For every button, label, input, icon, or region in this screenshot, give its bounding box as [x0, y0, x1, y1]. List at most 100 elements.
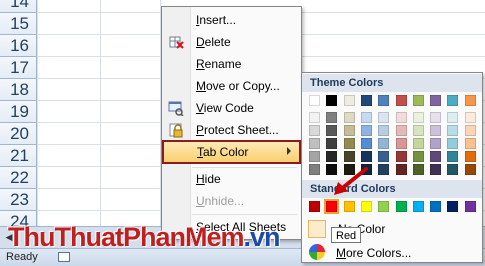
theme-shade-swatch[interactable]: [360, 125, 372, 136]
watermark-logo: ThuThuatPhanMem.vn: [8, 222, 281, 252]
theme-shade-swatch[interactable]: [309, 125, 320, 136]
theme-shade-swatch[interactable]: [378, 164, 390, 175]
row-header[interactable]: 14: [0, 0, 37, 13]
theme-shade-swatch[interactable]: [447, 164, 459, 175]
more-colors-option[interactable]: More Colors...: [306, 243, 480, 263]
standard-color-swatch[interactable]: [464, 201, 476, 212]
menu-item-label: Hide: [196, 172, 221, 186]
theme-shade-swatch[interactable]: [326, 151, 338, 162]
submenu-arrow-icon: [287, 147, 291, 155]
menu-item-protect-sheet[interactable]: Protect Sheet...: [164, 120, 299, 141]
theme-color-swatch[interactable]: [464, 95, 476, 106]
theme-shade-swatch[interactable]: [309, 164, 320, 175]
theme-shade-swatch[interactable]: [430, 112, 442, 123]
row-header[interactable]: 16: [0, 35, 37, 57]
theme-shade-swatch[interactable]: [430, 125, 442, 136]
theme-shade-swatch[interactable]: [360, 112, 372, 123]
theme-shade-swatch[interactable]: [309, 151, 320, 162]
row-header[interactable]: 22: [0, 167, 37, 189]
menu-item-delete[interactable]: Delete: [164, 32, 299, 53]
theme-shade-swatch[interactable]: [464, 138, 476, 149]
row-header[interactable]: 17: [0, 57, 37, 79]
theme-color-swatch[interactable]: [447, 95, 459, 106]
theme-shade-swatch[interactable]: [464, 125, 476, 136]
theme-shade-swatch[interactable]: [447, 112, 459, 123]
macro-record-icon[interactable]: [58, 252, 70, 262]
menu-item-label: View Code: [196, 101, 254, 115]
theme-shade-swatch[interactable]: [412, 138, 424, 149]
theme-color-swatch[interactable]: [343, 95, 355, 106]
theme-color-swatch[interactable]: [378, 95, 390, 106]
theme-shade-swatch[interactable]: [395, 112, 407, 123]
theme-shade-swatch[interactable]: [378, 125, 390, 136]
menu-item-tab-color[interactable]: Tab Color: [162, 140, 301, 164]
theme-shade-swatch[interactable]: [395, 151, 407, 162]
theme-shade-swatch[interactable]: [430, 138, 442, 149]
row-header[interactable]: 23: [0, 189, 37, 211]
theme-shade-swatch[interactable]: [464, 112, 476, 123]
menu-item-move-or-copy[interactable]: Move or Copy...: [164, 76, 299, 97]
theme-color-swatch[interactable]: [360, 95, 372, 106]
row-header[interactable]: 20: [0, 123, 37, 145]
standard-color-swatch[interactable]: [360, 201, 372, 212]
standard-colors-header: Standard Colors: [302, 180, 482, 198]
row-header[interactable]: 21: [0, 145, 37, 167]
theme-shade-swatch[interactable]: [378, 138, 390, 149]
theme-shade-swatch[interactable]: [412, 112, 424, 123]
theme-shade-swatch[interactable]: [395, 138, 407, 149]
standard-color-swatch[interactable]: [447, 201, 459, 212]
theme-shade-swatch[interactable]: [360, 151, 372, 162]
theme-shade-swatch[interactable]: [343, 112, 355, 123]
theme-color-swatch[interactable]: [395, 95, 407, 106]
color-tooltip: Red: [331, 227, 362, 243]
theme-shade-swatch[interactable]: [309, 138, 320, 149]
more-colors-label: More Colors...: [336, 246, 412, 260]
standard-color-swatch[interactable]: [343, 201, 355, 212]
standard-color-swatch[interactable]: [430, 201, 442, 212]
menu-item-label: Rename: [196, 57, 242, 71]
standard-color-swatch[interactable]: [412, 201, 424, 212]
theme-shade-swatch[interactable]: [447, 125, 459, 136]
theme-shade-swatch[interactable]: [464, 164, 476, 175]
menu-item-view-code[interactable]: View Code: [164, 98, 299, 119]
delete-sheet-icon: [169, 36, 184, 49]
theme-shade-swatch[interactable]: [360, 138, 372, 149]
standard-color-swatch[interactable]: [324, 199, 340, 214]
theme-shade-swatch[interactable]: [378, 151, 390, 162]
theme-color-swatch[interactable]: [430, 95, 442, 106]
theme-shade-swatch[interactable]: [430, 151, 442, 162]
row-header[interactable]: 18: [0, 79, 37, 101]
view-code-icon: [168, 101, 184, 116]
theme-shade-swatch[interactable]: [343, 125, 355, 136]
theme-color-swatch[interactable]: [412, 95, 424, 106]
standard-color-swatch[interactable]: [309, 201, 320, 212]
theme-shade-swatch[interactable]: [412, 164, 424, 175]
theme-shade-swatch[interactable]: [412, 151, 424, 162]
menu-item-label: Insert...: [196, 13, 237, 27]
standard-color-swatch[interactable]: [378, 201, 390, 212]
theme-shade-swatch[interactable]: [395, 125, 407, 136]
column-divider: [37, 0, 38, 235]
theme-shade-swatch[interactable]: [447, 151, 459, 162]
standard-color-swatch[interactable]: [395, 201, 407, 212]
theme-shade-swatch[interactable]: [343, 151, 355, 162]
theme-shade-swatch[interactable]: [430, 164, 442, 175]
theme-shade-swatch[interactable]: [378, 112, 390, 123]
theme-shade-swatch[interactable]: [412, 125, 424, 136]
theme-shade-swatch[interactable]: [326, 138, 338, 149]
menu-item-hide[interactable]: Hide: [164, 169, 299, 190]
menu-item-rename[interactable]: Rename: [164, 54, 299, 75]
theme-color-swatch[interactable]: [326, 95, 338, 106]
menu-item-insert[interactable]: Insert...: [164, 10, 299, 31]
row-header[interactable]: 15: [0, 13, 37, 35]
theme-shade-swatch[interactable]: [326, 125, 338, 136]
row-header[interactable]: 19: [0, 101, 37, 123]
theme-shade-swatch[interactable]: [326, 112, 338, 123]
theme-color-swatch[interactable]: [309, 95, 320, 106]
theme-shade-swatch[interactable]: [464, 151, 476, 162]
no-color-swatch: [308, 220, 326, 238]
theme-shade-swatch[interactable]: [395, 164, 407, 175]
theme-shade-swatch[interactable]: [343, 138, 355, 149]
theme-shade-swatch[interactable]: [309, 112, 320, 123]
theme-shade-swatch[interactable]: [447, 138, 459, 149]
